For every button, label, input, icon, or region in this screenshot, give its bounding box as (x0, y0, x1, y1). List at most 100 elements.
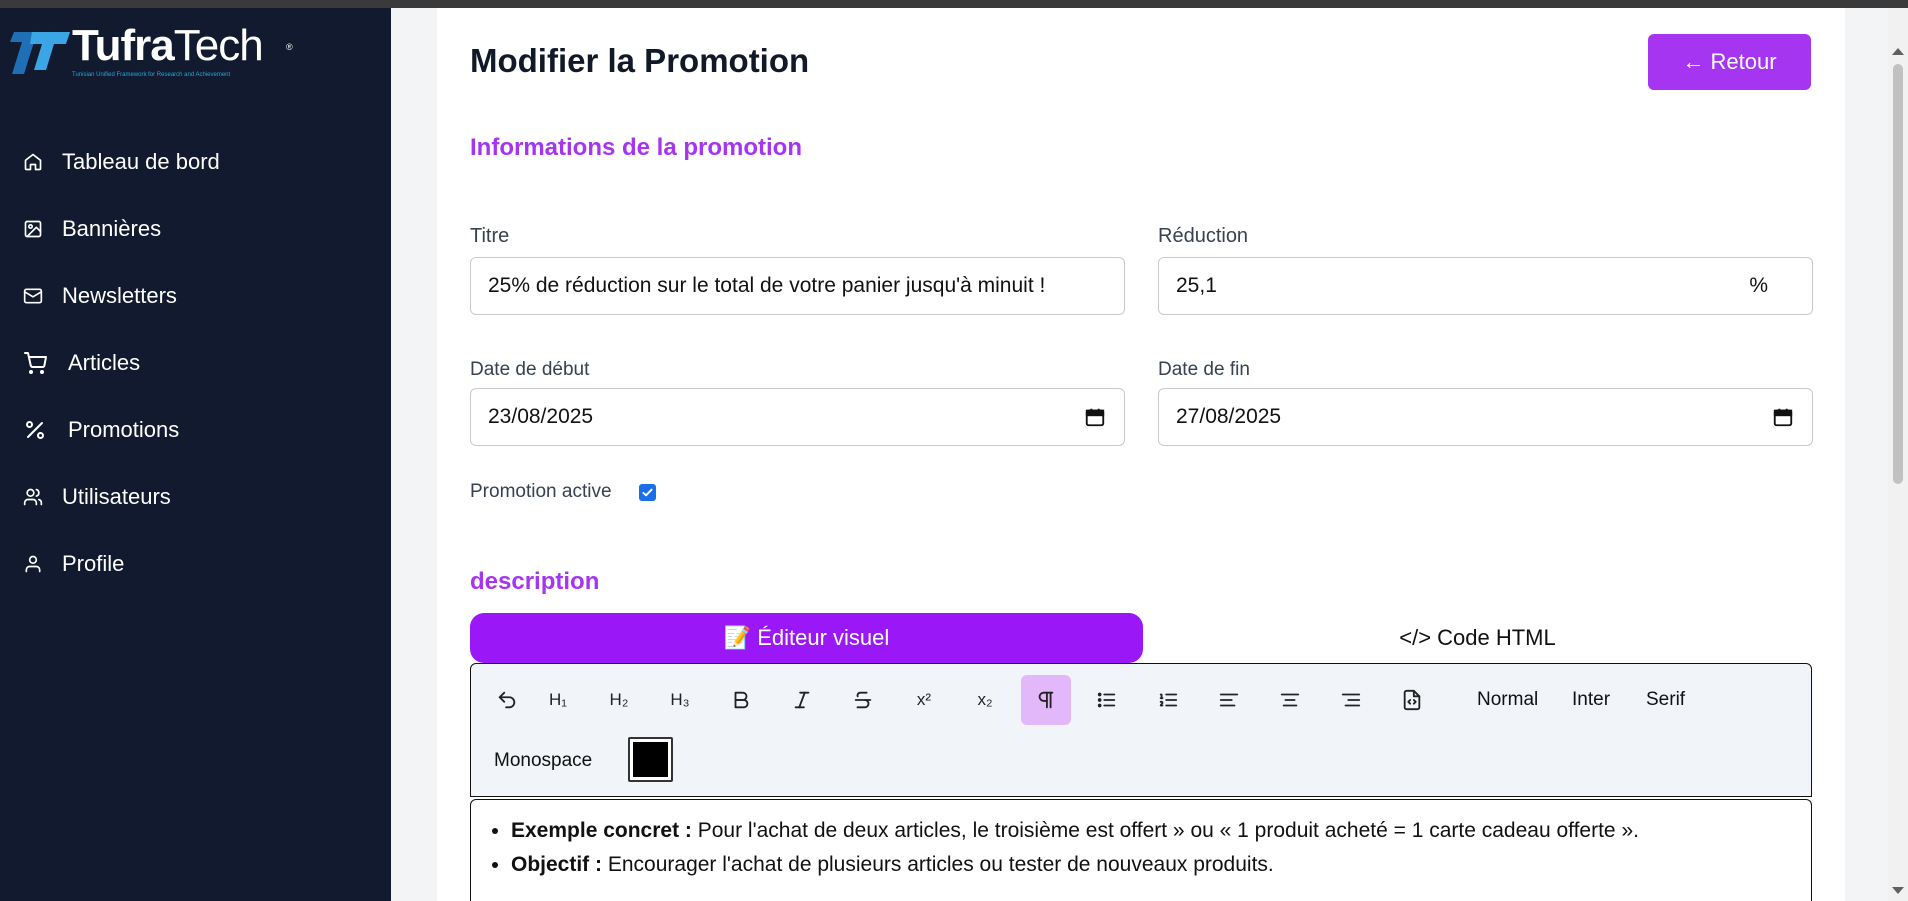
end-date-value: 27/08/2025 (1176, 405, 1282, 428)
calendar-icon[interactable] (1084, 406, 1106, 428)
scroll-up-icon[interactable] (1892, 48, 1904, 55)
user-icon (22, 553, 44, 575)
active-checkbox[interactable] (639, 484, 656, 501)
calendar-icon[interactable] (1772, 406, 1794, 428)
users-icon (22, 486, 44, 508)
editor-toolbar: H₁ H₂ H₃ x² x₂ Normal Inter Serif Monosp… (470, 663, 1812, 797)
sidebar-item-banners[interactable]: Bannières (0, 195, 391, 262)
edit-promotion-card: Modifier la Promotion ← Retour Informati… (437, 8, 1845, 901)
rich-text-editor[interactable]: Exemple concret : Pour l'achat de deux a… (470, 799, 1812, 901)
italic-icon (794, 691, 810, 709)
section-title-description: description (470, 568, 600, 595)
start-date-label: Date de début (470, 359, 590, 380)
list-item: Exemple concret : Pour l'achat de deux a… (511, 814, 1639, 848)
titre-value: 25% de réduction sur le total de votre p… (488, 274, 1046, 297)
undo-button[interactable] (482, 675, 532, 725)
undo-icon (498, 691, 516, 709)
file-code-icon (1403, 689, 1421, 711)
registered-mark: ® (286, 42, 293, 52)
bold-button[interactable] (716, 675, 766, 725)
sidebar-item-profile[interactable]: Profile (0, 530, 391, 597)
list-item-bold: Exemple concret : (511, 819, 692, 842)
tab-visual-editor[interactable]: 📝 Éditeur visuel (470, 613, 1143, 663)
reduction-label: Réduction (1158, 225, 1249, 247)
align-right-icon (1341, 693, 1361, 707)
section-title-info: Informations de la promotion (470, 134, 803, 161)
browser-top-bar (0, 0, 1908, 8)
mail-icon (22, 285, 44, 307)
italic-button[interactable] (777, 675, 827, 725)
scroll-down-icon[interactable] (1892, 887, 1904, 894)
brand-tagline: Tunisian Unified Framework for Research … (72, 72, 231, 78)
list-item: Objectif : Encourager l'achat de plusieu… (511, 848, 1639, 882)
text-color-picker[interactable] (628, 737, 673, 782)
active-label: Promotion active (470, 481, 612, 502)
pilcrow-icon (1038, 691, 1054, 709)
end-date-input[interactable]: 27/08/2025 (1158, 388, 1813, 446)
sidebar-item-dashboard[interactable]: Tableau de bord (0, 128, 391, 195)
heading-3-button[interactable]: H₃ (655, 675, 705, 725)
list-item-text: Encourager l'achat de plusieurs articles… (602, 853, 1274, 876)
heading-2-button[interactable]: H₂ (594, 675, 644, 725)
bullet-list-icon (1097, 692, 1116, 708)
font-inter-button[interactable]: Inter (1572, 689, 1610, 711)
subscript-button[interactable]: x₂ (960, 675, 1010, 725)
align-left-icon (1219, 693, 1239, 707)
heading-1-button[interactable]: H₁ (533, 675, 583, 725)
align-right-button[interactable] (1326, 675, 1376, 725)
font-normal-button[interactable]: Normal (1477, 689, 1538, 711)
sidebar-item-label: Articles (68, 349, 141, 375)
page-title: Modifier la Promotion (470, 42, 810, 79)
sidebar-item-label: Bannières (62, 215, 162, 241)
image-icon (22, 218, 44, 240)
ordered-list-button[interactable] (1143, 675, 1193, 725)
sidebar-item-label: Promotions (68, 416, 180, 442)
sidebar-item-promotions[interactable]: Promotions (0, 396, 391, 463)
sidebar-nav: Tableau de bord Bannières Newsletters Ar… (0, 128, 391, 597)
sidebar-item-label: Tableau de bord (62, 148, 220, 174)
strikethrough-icon (854, 691, 872, 709)
brand-name: TufraTech (72, 21, 264, 70)
superscript-button[interactable]: x² (899, 675, 949, 725)
reduction-input[interactable]: 25,1 % (1158, 257, 1813, 315)
sidebar-item-newsletters[interactable]: Newsletters (0, 262, 391, 329)
sidebar-item-label: Newsletters (62, 282, 177, 308)
font-monospace-button[interactable]: Monospace (494, 750, 592, 772)
end-date-label: Date de fin (1158, 359, 1250, 380)
titre-label: Titre (470, 225, 510, 247)
titre-input[interactable]: 25% de réduction sur le total de votre p… (470, 257, 1125, 315)
sidebar-item-articles[interactable]: Articles (0, 329, 391, 396)
logo-mark-icon (10, 32, 70, 74)
bold-icon (734, 691, 749, 709)
percent-icon (22, 419, 48, 441)
start-date-input[interactable]: 23/08/2025 (470, 388, 1125, 446)
code-block-button[interactable] (1387, 675, 1437, 725)
align-left-button[interactable] (1204, 675, 1254, 725)
reduction-value: 25,1 (1176, 274, 1217, 297)
sidebar-item-label: Utilisateurs (62, 483, 171, 509)
ordered-list-icon (1159, 693, 1178, 707)
brand-logo[interactable]: TufraTech ® Tunisian Unified Framework f… (10, 20, 300, 80)
align-center-button[interactable] (1265, 675, 1315, 725)
color-swatch (633, 742, 668, 777)
sidebar: TufraTech ® Tunisian Unified Framework f… (0, 8, 391, 901)
home-icon (22, 151, 44, 173)
start-date-value: 23/08/2025 (488, 405, 594, 428)
editor-content-list: Exemple concret : Pour l'achat de deux a… (511, 814, 1639, 882)
scroll-thumb[interactable] (1893, 64, 1903, 484)
strikethrough-button[interactable] (838, 675, 888, 725)
list-item-bold: Objectif : (511, 853, 603, 876)
back-button[interactable]: ← Retour (1648, 34, 1811, 90)
checkmark-icon (642, 488, 653, 497)
bullet-list-button[interactable] (1082, 675, 1132, 725)
page-scrollbar[interactable] (1888, 8, 1908, 901)
font-serif-button[interactable]: Serif (1646, 689, 1685, 711)
tab-html-code[interactable]: </> Code HTML (1143, 613, 1812, 663)
cart-icon (22, 351, 48, 374)
align-center-icon (1280, 693, 1300, 707)
percent-suffix: % (1749, 274, 1768, 297)
paragraph-button[interactable] (1021, 675, 1071, 725)
main-content: Modifier la Promotion ← Retour Informati… (391, 8, 1888, 901)
list-item-text: Pour l'achat de deux articles, le troisi… (691, 819, 1639, 842)
sidebar-item-users[interactable]: Utilisateurs (0, 463, 391, 530)
